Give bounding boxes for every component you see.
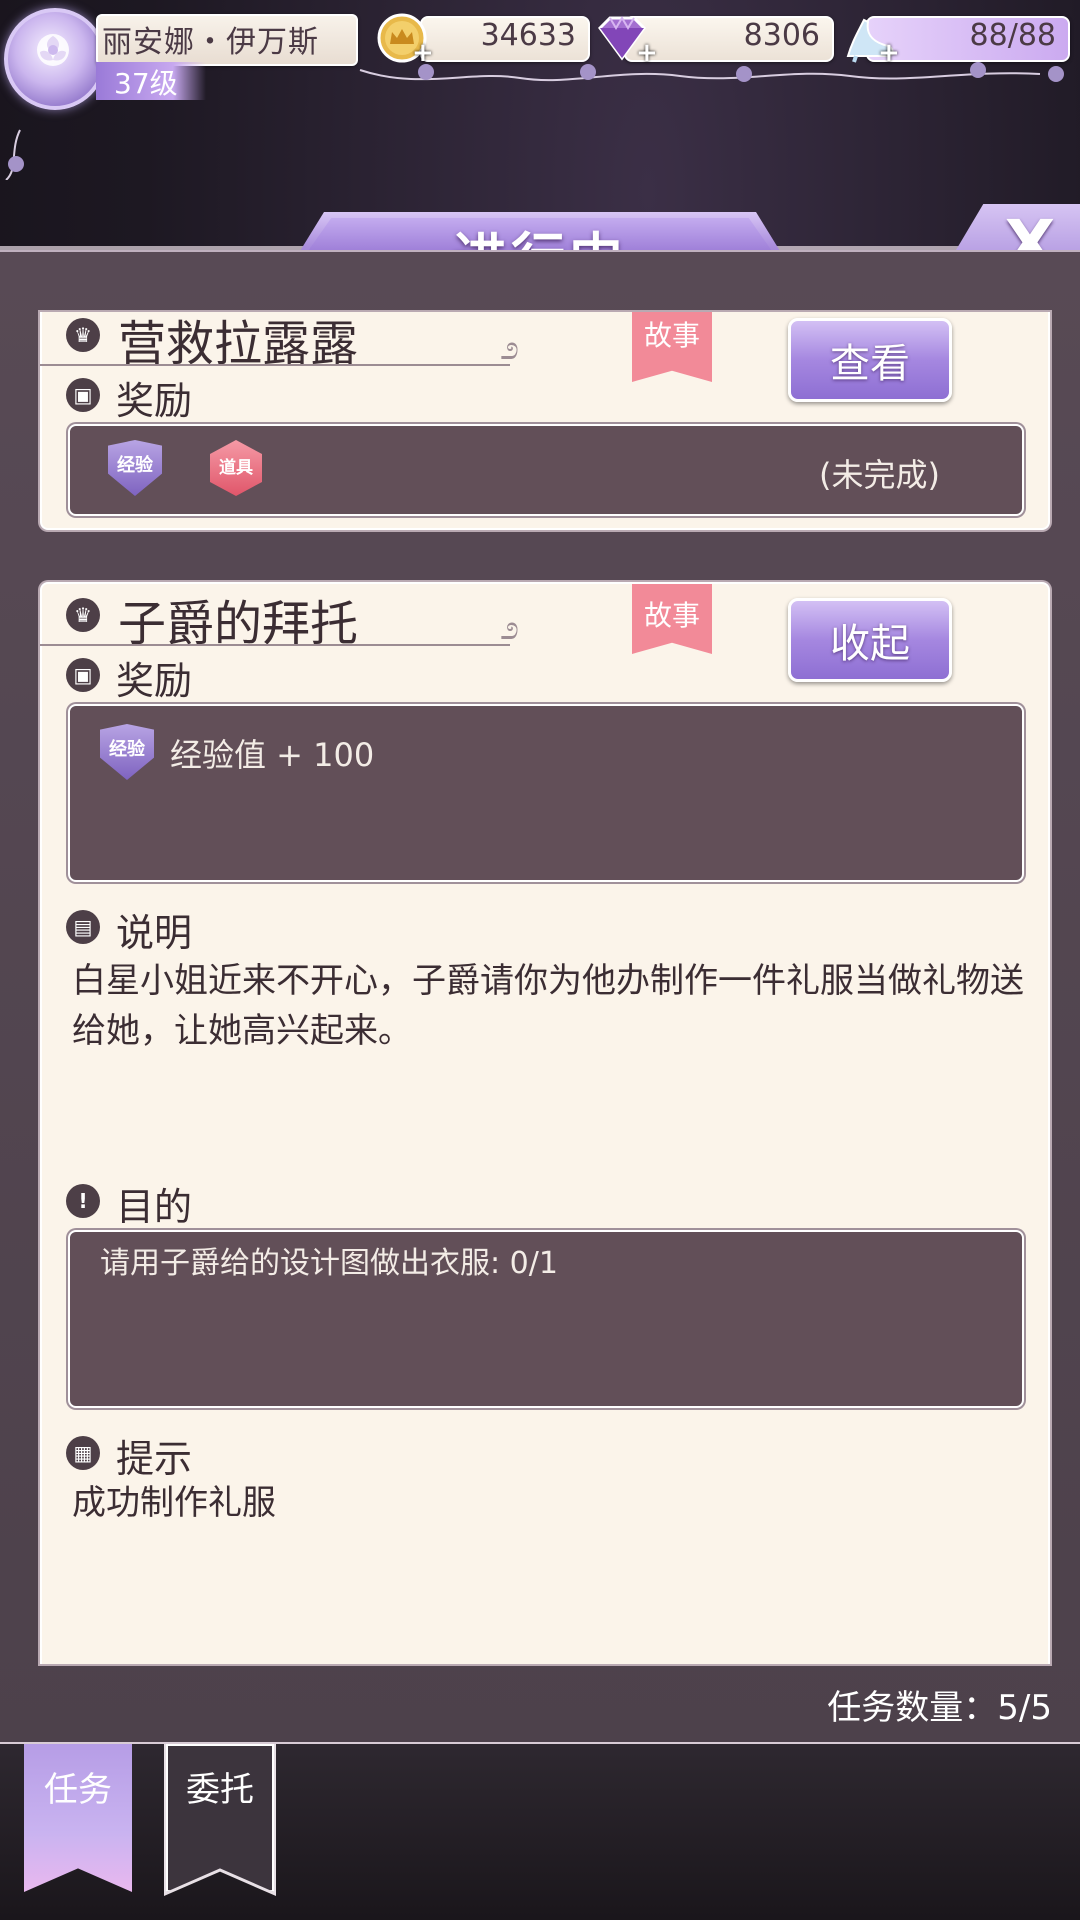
tab-delegate-label[interactable]: 委托	[166, 1762, 274, 1811]
description-text: 白星小姐近来不开心，子爵请你为他办制作一件礼服当做礼物送给她，让她高兴起来。	[72, 961, 1024, 1051]
quest-status: (未完成)	[819, 456, 940, 494]
tab-tasks-label[interactable]: 任务	[24, 1762, 132, 1811]
reward-label: 奖励	[116, 379, 193, 423]
hint-note-icon: ▦	[66, 1436, 100, 1470]
objective-label: 目的	[116, 1185, 193, 1229]
top-bar: 丽安娜・伊万斯 37级 34633 + 8306 + 88/88 +	[0, 0, 1080, 180]
swirl-decoration: ೨	[500, 328, 520, 368]
collapse-button-label[interactable]: 收起	[791, 611, 949, 669]
hint-label: 提示	[116, 1437, 193, 1481]
exclamation-icon: !	[66, 1184, 100, 1218]
view-button-label[interactable]: 查看	[791, 331, 949, 389]
crown-icon: ♛	[66, 598, 100, 632]
reward-label: 奖励	[116, 659, 193, 703]
vine-decoration	[5, 62, 1064, 180]
swirl-decoration: ೨	[500, 608, 520, 648]
reward-box-icon: ▣	[66, 378, 100, 412]
reward-text: 经验值 + 100	[170, 736, 375, 774]
description-label: 说明	[116, 911, 193, 955]
story-ribbon-label: 故事	[643, 319, 700, 352]
gold-value: 34633	[480, 18, 576, 53]
objective-text: 请用子爵给的设计图做出衣服: 0/1	[100, 1246, 558, 1281]
crown-icon: ♛	[66, 318, 100, 352]
story-ribbon-label: 故事	[643, 599, 700, 632]
title-underline	[40, 364, 510, 366]
hint-text: 成功制作礼服	[72, 1483, 276, 1523]
quest-count: 任务数量：5/5	[827, 1688, 1052, 1728]
reward-box-icon: ▣	[66, 658, 100, 692]
book-icon: ▤	[66, 910, 100, 944]
title-underline	[40, 644, 510, 646]
bottom-bar	[0, 1744, 1080, 1920]
